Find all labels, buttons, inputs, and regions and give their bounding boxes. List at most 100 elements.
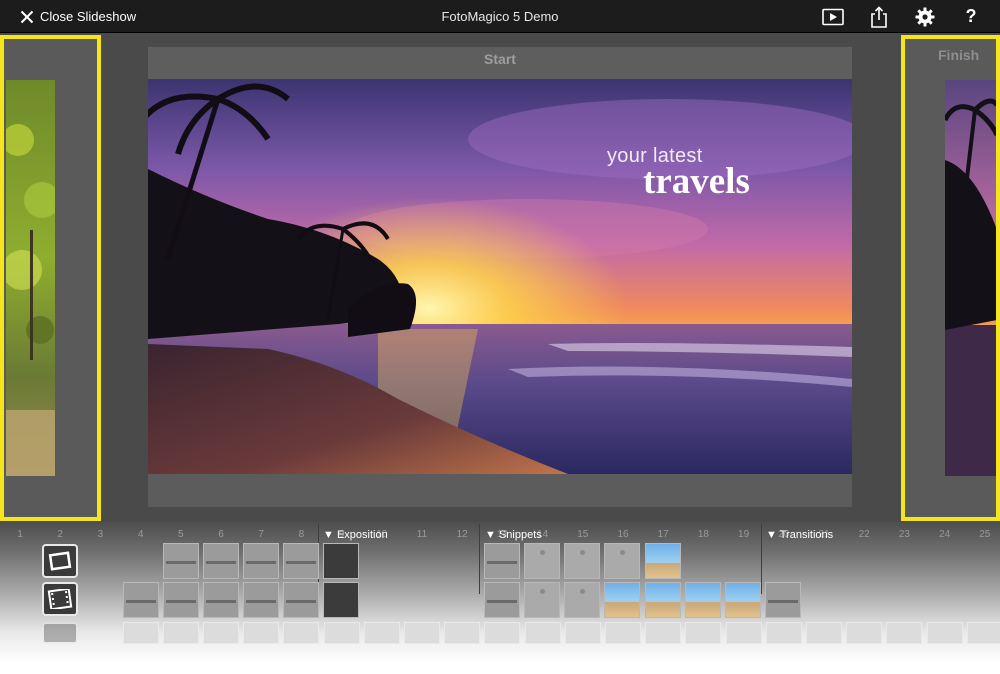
settings-button[interactable] [912,4,938,30]
storyboard-slide-tile[interactable] [163,543,199,579]
storyboard-slide-tile[interactable] [966,622,1000,644]
close-slideshow-button[interactable]: Close Slideshow [20,0,136,33]
storyboard-slide-tile[interactable] [323,543,359,579]
storyboard-slide-tile[interactable] [484,543,520,579]
tile-caption-bar [206,600,236,603]
section-snippets[interactable]: ▼ Snippets [485,529,542,541]
timeline-number: 22 [858,529,870,540]
storyboard-photo-tile[interactable] [645,582,681,618]
storyboard-photo-tile[interactable] [725,582,761,618]
timeline-number: 5 [178,529,184,540]
storyboard-slide-tile[interactable] [122,622,159,644]
slide-frame-icon [48,551,72,571]
storyboard-slide-tile[interactable] [163,582,199,618]
storyboard-slide-tile[interactable] [203,582,239,618]
tile-caption-bar [246,561,276,564]
close-slideshow-label: Close Slideshow [40,9,137,24]
next-slide-highlight [901,35,1000,521]
section-transitions[interactable]: ▼ Transitions [766,529,833,541]
storyboard-slide-tile[interactable] [243,622,280,644]
slide-bottom-margin [148,474,852,507]
tile-caption-bar [166,561,196,564]
section-divider [761,524,762,594]
storyboard-slide-tile[interactable] [203,622,239,644]
storyboard-photo-tile[interactable] [604,582,640,618]
storyboard-slide-tile[interactable] [524,622,561,644]
timeline-number: 23 [898,529,910,540]
section-exposition[interactable]: ▼ Exposition [323,529,388,541]
timeline-number: 6 [218,529,224,540]
play-icon [822,8,844,25]
storyboard-slide-tile[interactable] [926,622,963,644]
storyboard-slide-tile[interactable] [886,622,923,644]
slide-stage: Start your latest travels Finish [0,33,1000,522]
tile-caption-bar [487,600,517,603]
storyboard-placeholder-tile[interactable] [564,543,600,579]
slide-tool-button[interactable] [42,544,78,578]
tile-caption-bar [126,600,156,603]
section-divider [479,524,480,594]
fotomagico-window: Close Slideshow FotoMagico 5 Demo ? Star… [0,0,1000,674]
storyboard-slide-tile[interactable] [404,622,440,644]
storyboard-timeline: 1 2 3 4 5 6 7 8 9 10 11 12 13 14 15 16 17 18 19 20 21 22 23 24 2… [0,522,1000,674]
film-strip-icon [47,589,73,609]
storyboard-slide-tile[interactable] [323,622,360,644]
timeline-number: 11 [416,529,428,540]
tile-caption-bar [246,600,276,603]
storyboard-slide-tile[interactable] [484,582,520,618]
storyboard-slide-tile[interactable] [806,622,842,644]
storyboard-slide-tile[interactable] [162,622,199,644]
storyboard-photo-tile[interactable] [685,582,721,618]
storyboard-slide-tile[interactable] [363,622,400,644]
timeline-number: 25 [979,529,991,540]
timeline-number: 12 [456,529,468,540]
audio-tool-button[interactable] [42,622,78,644]
tile-caption-bar [286,600,316,603]
storyboard-slide-tile[interactable] [123,582,159,618]
storyboard-slide-tile[interactable] [283,582,319,618]
storyboard-slide-tile[interactable] [323,582,359,618]
storyboard-slide-tile[interactable] [283,543,319,579]
storyboard-photo-tile[interactable] [645,543,681,579]
timeline-number: 4 [137,529,144,540]
storyboard-slide-tile[interactable] [203,543,239,579]
timeline-number: 3 [97,529,104,540]
tile-caption-bar [487,561,517,564]
tile-caption-bar [286,561,316,564]
storyboard-slide-tile[interactable] [243,582,279,618]
tile-caption-bar [768,600,798,603]
storyboard-placeholder-tile[interactable] [564,582,600,618]
share-icon [871,5,887,28]
storyboard-slide-tile[interactable] [645,622,682,644]
storyboard-placeholder-tile[interactable] [524,582,560,618]
timeline-number: 2 [57,529,63,540]
timeline-number: 17 [657,529,669,540]
storyboard-slide-tile[interactable] [283,622,320,644]
storyboard-slide-tile[interactable] [765,582,801,618]
storyboard-slide-tile[interactable] [685,622,722,644]
storyboard-slide-tile[interactable] [484,622,521,644]
previous-slide-highlight [0,35,101,521]
top-bar: Close Slideshow FotoMagico 5 Demo ? [0,0,1000,33]
storyboard-placeholder-tile[interactable] [524,543,560,579]
storyboard-slide-tile[interactable] [564,622,601,644]
timeline-number: 18 [697,529,709,540]
sunset-beach-photo [148,79,852,474]
storyboard-slide-tile[interactable] [444,622,481,644]
share-button[interactable] [866,4,892,30]
video-tool-button[interactable] [42,582,78,616]
storyboard-slide-tile[interactable] [605,622,641,644]
close-icon [20,10,34,23]
storyboard-placeholder-tile[interactable] [604,543,640,579]
help-button[interactable]: ? [958,4,984,30]
timeline-number: 19 [738,529,750,540]
timeline-number: 8 [298,529,305,540]
storyboard-slide-tile[interactable] [243,543,279,579]
timeline-number: 7 [258,529,264,540]
storyboard-slide-tile[interactable] [765,622,802,644]
current-slide[interactable]: Start your latest travels [148,47,852,507]
play-button[interactable] [820,4,846,30]
storyboard-slide-tile[interactable] [846,622,883,644]
storyboard-slide-tile[interactable] [725,622,762,644]
tile-caption-bar [206,561,236,564]
